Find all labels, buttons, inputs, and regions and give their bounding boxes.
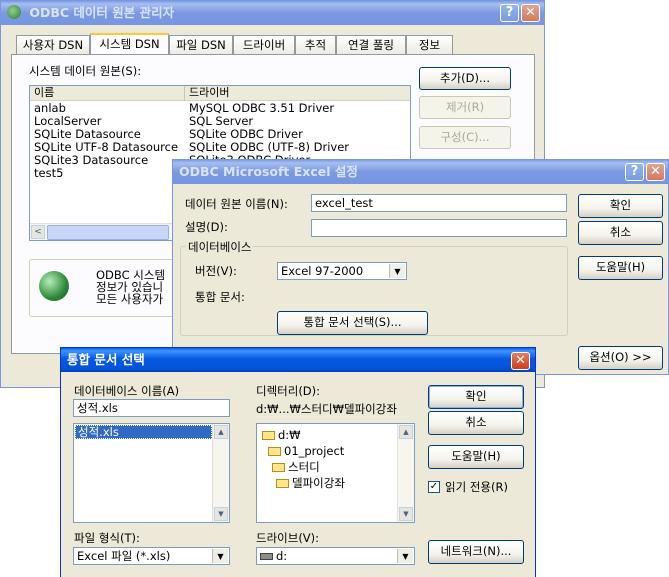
scroll-thumb[interactable] — [47, 225, 169, 240]
drive-icon — [260, 553, 273, 560]
open-folder-icon — [262, 431, 275, 440]
workbook-help-button[interactable]: 도움말(H) — [428, 445, 524, 469]
directory-item[interactable]: 01_project — [268, 445, 344, 458]
drive-select[interactable]: d: ▼ — [256, 547, 415, 565]
tab-system-dsn[interactable]: 시스템 DSN — [90, 33, 169, 55]
chevron-down-icon[interactable]: ▼ — [212, 549, 228, 563]
dsn-driver: SQLite ODBC Driver — [189, 127, 303, 141]
open-folder-icon — [272, 463, 285, 472]
excel-setup-title: ODBC Microsoft Excel 설정 — [179, 164, 358, 179]
excel-cancel-button[interactable]: 취소 — [578, 221, 663, 245]
col-header-driver[interactable]: 드라이버 — [185, 86, 410, 101]
dsn-name[interactable]: anlab — [34, 102, 66, 115]
directory-item[interactable]: 델파이강좌 — [276, 477, 345, 490]
excel-setup-titlebar: ODBC Microsoft Excel 설정 — [173, 160, 668, 184]
remove-dsn-button[interactable]: 제거(R) — [419, 96, 511, 119]
directory-label: 디렉터리(D): — [256, 384, 321, 398]
excel-setup-window: ODBC Microsoft Excel 설정 ? ✕ 데이터 원본 이름(N)… — [172, 159, 669, 375]
open-folder-icon — [268, 447, 281, 456]
database-name-input[interactable]: 성적.xls — [73, 399, 230, 417]
admin-help-button[interactable]: ? — [500, 4, 519, 22]
chevron-down-icon[interactable]: ▼ — [397, 549, 413, 563]
drive-value: d: — [276, 549, 288, 563]
select-workbook-title: 통합 문서 선택 — [67, 352, 145, 367]
tab-tracing[interactable]: 추적 — [295, 35, 336, 54]
directory-item[interactable]: 스터디 — [272, 461, 320, 474]
description-label: 설명(D): — [185, 220, 228, 234]
info-text-line3: 모든 사용자가 — [96, 292, 164, 306]
version-value: Excel 97-2000 — [281, 264, 364, 278]
tab-connection-pooling[interactable]: 연결 풀링 — [336, 35, 406, 54]
version-label: 버전(V): — [195, 264, 237, 278]
select-workbook-titlebar: 통합 문서 선택 — [61, 348, 535, 372]
dsn-name-label: 데이터 원본 이름(N): — [185, 197, 288, 211]
options-button[interactable]: 옵션(O) >> — [578, 346, 663, 370]
select-workbook-button[interactable]: 통합 문서 선택(S)... — [277, 311, 428, 335]
tab-about[interactable]: 정보 — [406, 35, 453, 54]
scroll-up-arrow[interactable]: ▲ — [399, 425, 413, 439]
workbook-label: 통합 문서: — [195, 290, 245, 304]
network-button[interactable]: 네트워크(N)... — [428, 540, 524, 564]
configure-dsn-button[interactable]: 구성(C)... — [419, 126, 511, 149]
chevron-down-icon[interactable]: ▼ — [389, 264, 405, 278]
dsn-name-input[interactable]: excel_test — [311, 194, 567, 212]
description-input[interactable] — [311, 219, 567, 237]
scroll-down-arrow[interactable]: ▼ — [399, 507, 413, 521]
scroll-up-arrow[interactable]: ▲ — [214, 425, 228, 439]
file-list-scrollbar[interactable]: ▲ ▼ — [212, 424, 229, 522]
readonly-checkbox[interactable]: ✓ — [428, 481, 440, 493]
dsn-name[interactable]: SQLite UTF-8 Datasource — [34, 141, 178, 154]
odbc-globe-icon — [39, 271, 69, 301]
file-type-label: 파일 형식(T): — [74, 531, 140, 545]
file-list[interactable]: 성적.xls ▲ ▼ — [73, 423, 230, 523]
workbook-cancel-button[interactable]: 취소 — [428, 411, 524, 435]
tab-file-dsn[interactable]: 파일 DSN — [169, 35, 233, 54]
version-select[interactable]: Excel 97-2000 ▼ — [277, 262, 407, 280]
excel-setup-close-button[interactable]: ✕ — [646, 163, 665, 181]
select-workbook-close-button[interactable]: ✕ — [511, 352, 530, 370]
admin-titlebar: ODBC 데이터 원본 관리자 — [1, 1, 544, 25]
scroll-left-arrow[interactable]: < — [31, 225, 45, 239]
dsn-name[interactable]: LocalServer — [34, 115, 102, 128]
database-group-label: 데이터베이스 — [186, 239, 254, 255]
scroll-down-arrow[interactable]: ▼ — [214, 507, 228, 521]
dsn-name[interactable]: SQLite Datasource — [34, 128, 141, 141]
tab-drivers[interactable]: 드라이버 — [233, 35, 295, 54]
odbc-app-icon — [7, 5, 21, 19]
readonly-label[interactable]: 읽기 전용(R) — [445, 479, 508, 495]
excel-ok-button[interactable]: 확인 — [578, 194, 663, 218]
col-header-name[interactable]: 이름 — [30, 86, 185, 101]
dsn-name[interactable]: test5 — [34, 167, 63, 180]
admin-close-button[interactable]: ✕ — [521, 4, 540, 22]
system-dsn-label: 시스템 데이터 원본(S): — [29, 64, 142, 78]
directory-list-scrollbar[interactable]: ▲ ▼ — [397, 424, 414, 522]
excel-help-button[interactable]: 도움말(H) — [578, 256, 663, 280]
database-name-label: 데이터베이스 이름(A) — [74, 384, 180, 398]
drive-label: 드라이브(V): — [256, 531, 320, 545]
workbook-ok-button[interactable]: 확인 — [428, 385, 524, 409]
directory-item[interactable]: d:₩ — [262, 429, 301, 442]
file-type-select[interactable]: Excel 파일 (*.xls) ▼ — [73, 547, 230, 565]
admin-title: ODBC 데이터 원본 관리자 — [29, 5, 175, 20]
select-workbook-window: 통합 문서 선택 ✕ 데이터베이스 이름(A) 성적.xls 성적.xls ▲ … — [60, 347, 536, 577]
excel-setup-help-button[interactable]: ? — [625, 163, 644, 181]
dsn-name[interactable]: SQLite3 Datasource — [34, 154, 148, 167]
directory-path: d:₩...₩스터디₩델파이강좌 — [256, 402, 397, 416]
add-dsn-button[interactable]: 추가(D)... — [419, 67, 511, 90]
tab-user-dsn[interactable]: 사용자 DSN — [16, 35, 90, 54]
open-folder-icon — [276, 479, 289, 488]
dsn-driver: SQL Server — [189, 114, 254, 128]
file-list-item[interactable]: 성적.xls — [75, 425, 212, 439]
dsn-driver: SQLite ODBC (UTF-8) Driver — [189, 140, 350, 154]
file-type-value: Excel 파일 (*.xls) — [77, 549, 171, 563]
dsn-driver: MySQL ODBC 3.51 Driver — [189, 101, 335, 115]
directory-list[interactable]: d:₩ 01_project 스터디 델파이강좌 ▲ ▼ — [256, 423, 415, 523]
